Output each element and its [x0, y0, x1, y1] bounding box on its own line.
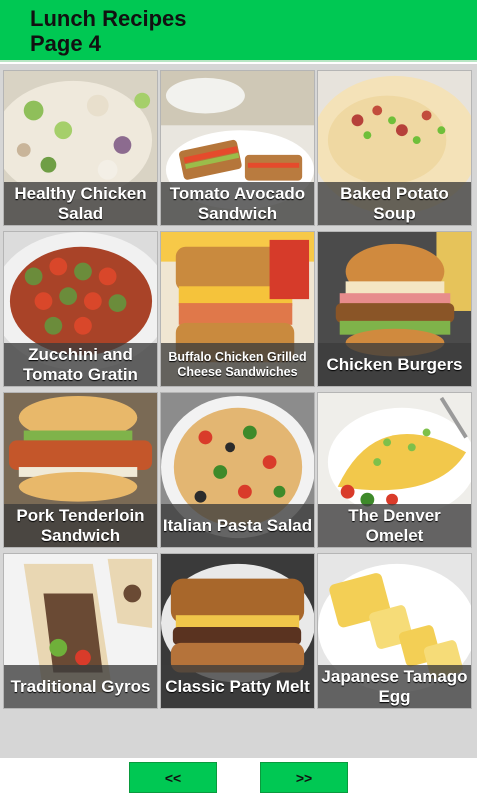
recipe-tile-tomato-avocado-sandwich[interactable]: Tomato Avocado Sandwich [160, 70, 315, 226]
recipe-tile-zucchini-gratin[interactable]: Zucchini and Tomato Gratin [3, 231, 158, 387]
recipe-title: Classic Patty Melt [161, 665, 314, 708]
recipe-tile-traditional-gyros[interactable]: Traditional Gyros [3, 553, 158, 709]
recipe-title: Pork Tenderloin Sandwich [4, 504, 157, 547]
recipe-tile-denver-omelet[interactable]: The Denver Omelet [317, 392, 472, 548]
page-title: Lunch Recipes Page 4 [30, 6, 187, 56]
recipe-tile-baked-potato-soup[interactable]: Baked Potato Soup [317, 70, 472, 226]
recipe-title: Chicken Burgers [318, 343, 471, 386]
pagination-bar: << >> [0, 758, 477, 800]
recipe-title: Italian Pasta Salad [161, 504, 314, 547]
prev-page-button[interactable]: << [129, 762, 217, 793]
recipe-tile-chicken-burgers[interactable]: Chicken Burgers [317, 231, 472, 387]
recipe-tile-pork-tenderloin-sandwich[interactable]: Pork Tenderloin Sandwich [3, 392, 158, 548]
app-header: Lunch Recipes Page 4 [0, 0, 477, 62]
next-page-button[interactable]: >> [260, 762, 348, 793]
recipe-title: Tomato Avocado Sandwich [161, 182, 314, 225]
recipe-tile-buffalo-chicken-grilled-cheese[interactable]: Buffalo Chicken Grilled Cheese Sandwiche… [160, 231, 315, 387]
recipe-tile-healthy-chicken-salad[interactable]: Healthy Chicken Salad [3, 70, 158, 226]
recipe-title: Japanese Tamago Egg [318, 665, 471, 708]
recipe-title: Traditional Gyros [4, 665, 157, 708]
recipe-tile-italian-pasta-salad[interactable]: Italian Pasta Salad [160, 392, 315, 548]
recipe-tile-classic-patty-melt[interactable]: Classic Patty Melt [160, 553, 315, 709]
recipe-title: Zucchini and Tomato Gratin [4, 343, 157, 386]
recipe-tile-japanese-tamago-egg[interactable]: Japanese Tamago Egg [317, 553, 472, 709]
recipe-title: Healthy Chicken Salad [4, 182, 157, 225]
recipe-title: Baked Potato Soup [318, 182, 471, 225]
recipe-title: Buffalo Chicken Grilled Cheese Sandwiche… [161, 343, 314, 386]
recipe-grid: Healthy Chicken Salad Tomato Avocado San… [3, 70, 473, 713]
recipe-grid-panel: Healthy Chicken Salad Tomato Avocado San… [0, 64, 477, 758]
recipe-title: The Denver Omelet [318, 504, 471, 547]
